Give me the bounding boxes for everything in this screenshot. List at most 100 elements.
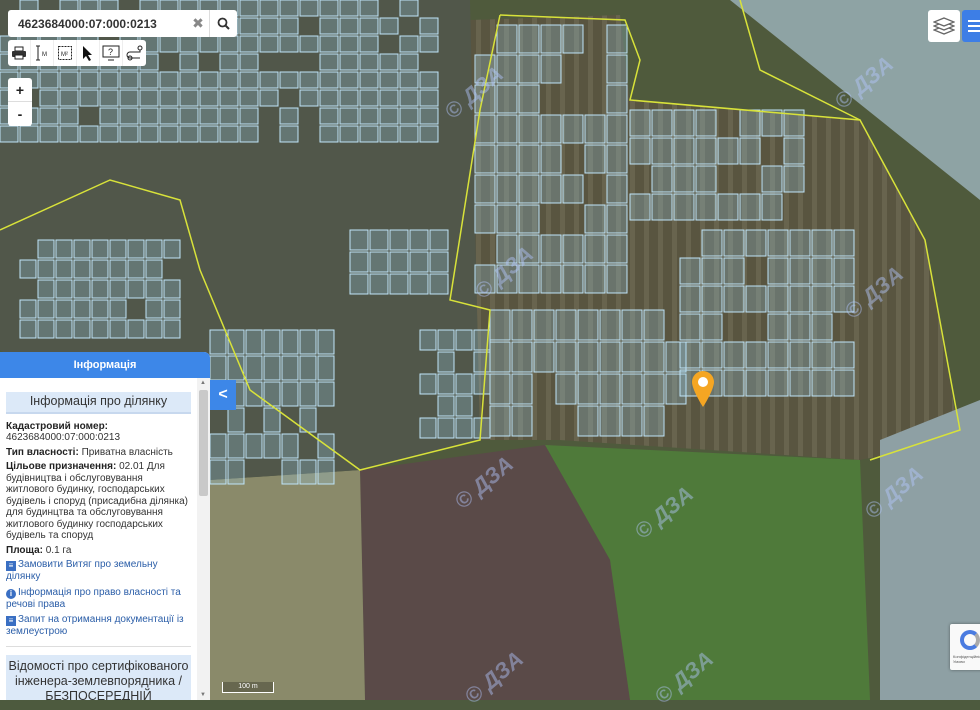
parcel [420, 90, 438, 106]
zoom-in-button[interactable]: + [8, 78, 32, 102]
menu-button[interactable] [962, 10, 980, 42]
parcel [60, 72, 78, 88]
parcel [420, 108, 438, 124]
parcel [519, 25, 539, 53]
collapse-panel-button[interactable]: < [210, 380, 236, 410]
parcel [696, 138, 716, 164]
order-extract-link[interactable]: ≡ Замовити Витяг про земельну ділянку [6, 559, 191, 583]
parcel [380, 18, 398, 34]
parcel [607, 115, 627, 143]
parcel [497, 265, 517, 293]
parcel [652, 166, 672, 192]
parcel [92, 300, 108, 318]
parcel [644, 406, 664, 436]
parcel [220, 108, 238, 124]
parcel [497, 235, 517, 263]
parcel [563, 265, 583, 293]
parcel [519, 145, 539, 173]
parcel [563, 115, 583, 143]
parcel [300, 382, 316, 406]
parcel [318, 356, 334, 380]
parcel [380, 54, 398, 70]
select-button[interactable] [77, 40, 100, 66]
parcel [512, 374, 532, 404]
parcel [474, 374, 490, 394]
parcel [622, 406, 642, 436]
parcel [20, 300, 36, 318]
parcel [768, 314, 788, 340]
parcel [578, 406, 598, 436]
parcel [420, 36, 438, 52]
info-panel: Інформація Інформація про ділянку Кадаст… [0, 352, 210, 700]
parcel [80, 72, 98, 88]
parcel [74, 280, 90, 298]
parcel [246, 356, 262, 380]
parcel [160, 126, 178, 142]
parcel [320, 18, 338, 34]
route-button[interactable] [123, 40, 146, 66]
parcel [600, 374, 620, 404]
panel-scrollbar[interactable]: ▲ ▼ [197, 378, 210, 700]
parcel [146, 240, 162, 258]
scrollbar-thumb[interactable] [199, 390, 208, 496]
parcel [456, 330, 472, 350]
zoom-out-button[interactable]: - [8, 102, 32, 126]
parcel [320, 36, 338, 52]
search-input[interactable]: 4623684000:07:000:0213 [8, 17, 187, 31]
clear-icon[interactable]: ✖ [187, 15, 209, 32]
documentation-request-link[interactable]: ≡ Запит на отримання документації із земл… [6, 614, 191, 638]
parcel [607, 145, 627, 173]
search-button[interactable] [209, 10, 237, 37]
help-button[interactable]: ? [100, 40, 123, 66]
parcel [563, 235, 583, 263]
parcel [320, 126, 338, 142]
parcel [210, 460, 226, 484]
parcel [240, 108, 258, 124]
parcel [80, 126, 98, 142]
parcel [622, 374, 642, 404]
parcel [768, 370, 788, 396]
parcel [512, 310, 532, 340]
parcel [264, 434, 280, 458]
parcel [100, 90, 118, 106]
parcel [834, 286, 854, 312]
svg-text:?: ? [108, 47, 113, 57]
parcel [180, 108, 198, 124]
parcel [320, 54, 338, 70]
layers-button[interactable] [928, 10, 960, 42]
measure-distance-button[interactable]: M [31, 40, 54, 66]
parcel [200, 36, 218, 52]
search-box[interactable]: 4623684000:07:000:0213 ✖ [8, 10, 237, 37]
parcel [400, 126, 418, 142]
parcel [390, 252, 408, 272]
measure-area-button[interactable]: M² [54, 40, 77, 66]
parcel [370, 274, 388, 294]
scroll-down-icon[interactable]: ▼ [200, 692, 206, 698]
recaptcha-badge[interactable]: Конфіденційність - Умови [950, 624, 980, 670]
parcel [490, 342, 510, 372]
parcel [40, 126, 58, 142]
parcel [120, 90, 138, 106]
parcel [644, 310, 664, 340]
parcel [318, 330, 334, 354]
parcel [790, 258, 810, 284]
parcel [200, 108, 218, 124]
ownership-info-link[interactable]: i Інформація про право власності та речов… [6, 587, 191, 611]
parcel [56, 300, 72, 318]
parcel [140, 126, 158, 142]
parcel [475, 145, 495, 173]
parcel [318, 460, 334, 484]
location-pin-icon[interactable] [691, 370, 715, 408]
parcel [490, 374, 510, 404]
document-icon: ≡ [6, 561, 16, 571]
parcel [0, 126, 18, 142]
print-button[interactable] [8, 40, 31, 66]
parcel [140, 90, 158, 106]
parcel [160, 36, 178, 52]
parcel [784, 138, 804, 164]
scroll-up-icon[interactable]: ▲ [200, 380, 206, 386]
parcel [228, 434, 244, 458]
parcel [60, 108, 78, 124]
parcel [240, 90, 258, 106]
parcel [768, 258, 788, 284]
